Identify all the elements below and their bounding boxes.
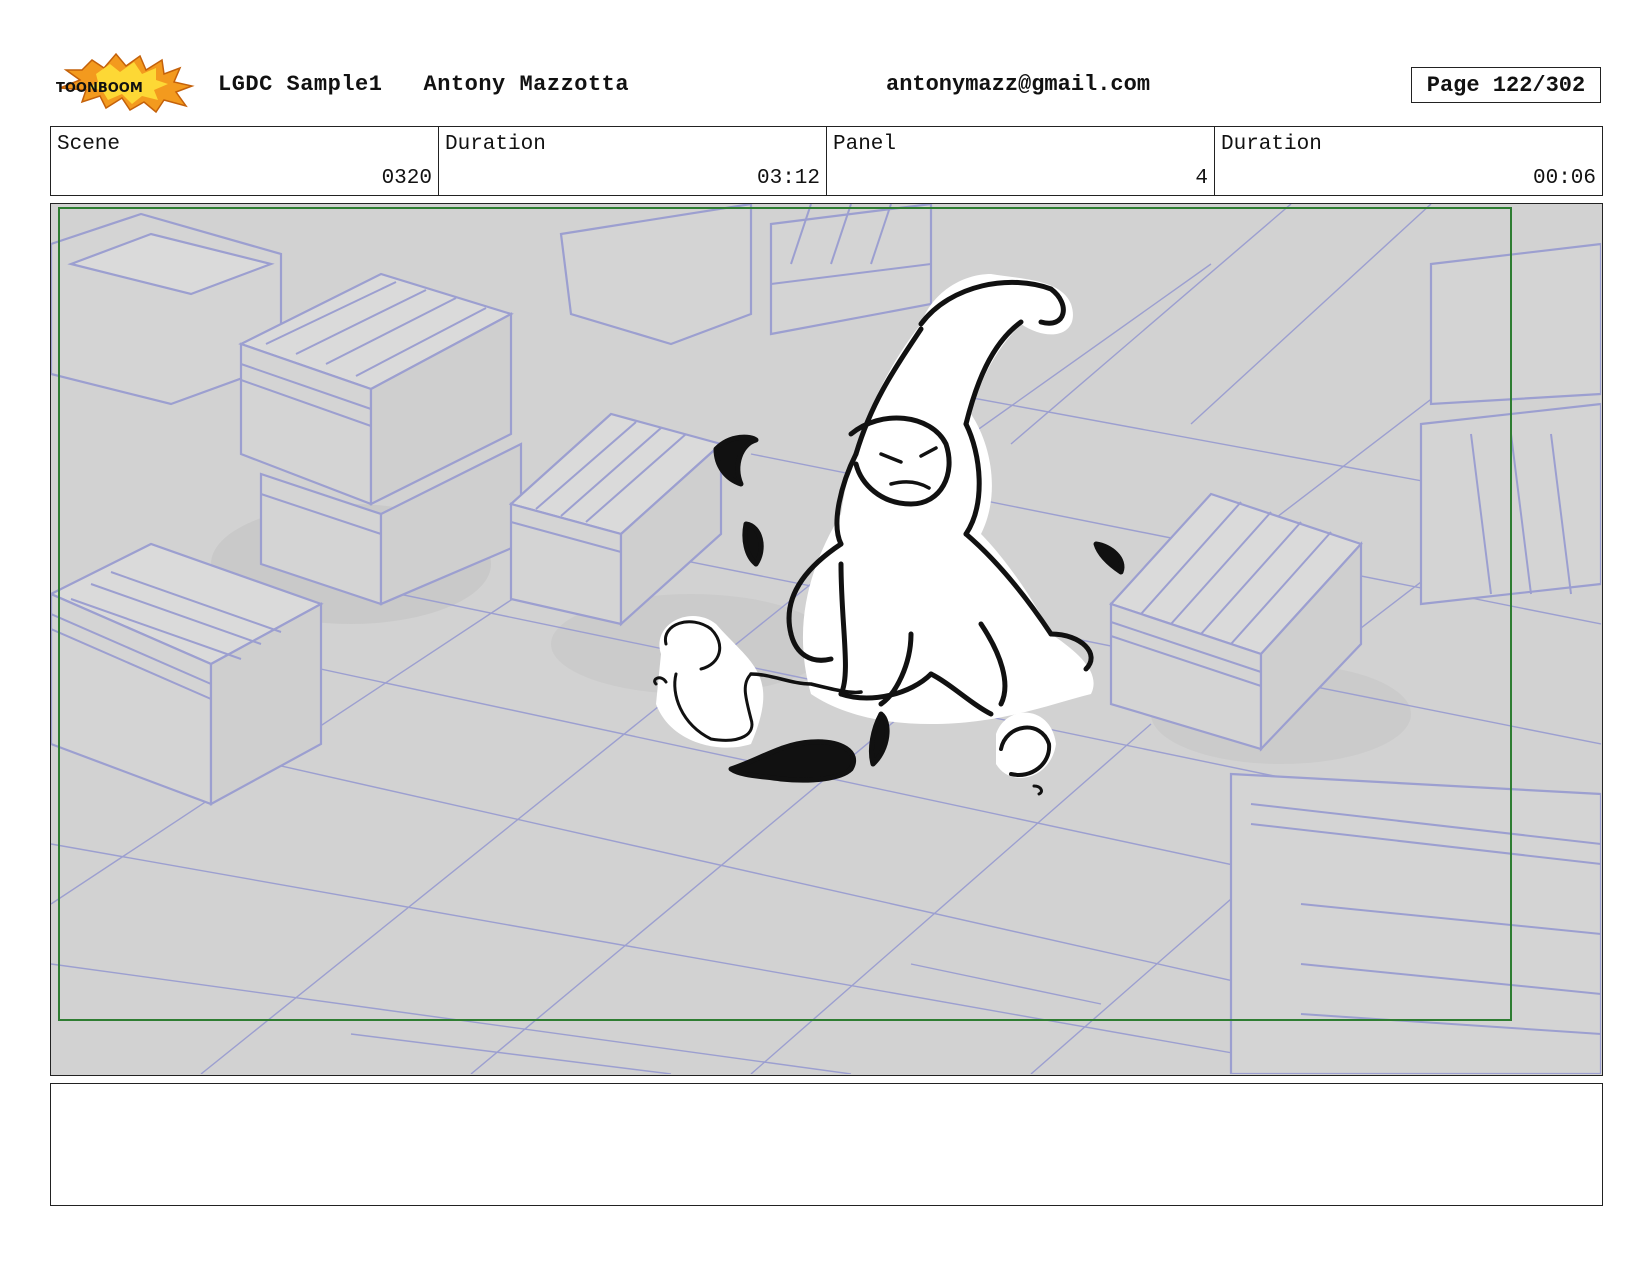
panel-duration-cell: Duration 00:06 — [1215, 127, 1602, 195]
page-number: Page 122/302 — [1411, 67, 1601, 103]
panel-duration-label: Duration — [1221, 133, 1322, 156]
scene-label: Scene — [57, 133, 121, 156]
project-title: LGDC Sample1 Antony Mazzotta — [218, 72, 629, 97]
panel-notes — [50, 1083, 1603, 1206]
scene-duration-cell: Duration 03:12 — [439, 127, 827, 195]
project-name: LGDC Sample1 — [218, 72, 383, 97]
scene-value: 0320 — [381, 167, 432, 190]
panel-info-row: Scene 0320 Duration 03:12 Panel 4 Durati… — [50, 126, 1603, 196]
page-header: TOONBOOM LGDC Sample1 Antony Mazzotta an… — [0, 0, 1648, 125]
panel-drawing — [51, 204, 1601, 1074]
author-email: antonymazz@gmail.com — [886, 72, 1151, 97]
scene-duration-label: Duration — [445, 133, 546, 156]
toonboom-logo: TOONBOOM — [52, 52, 200, 114]
storyboard-panel — [50, 203, 1603, 1076]
panel-duration-value: 00:06 — [1532, 167, 1596, 190]
panel-cell: Panel 4 — [827, 127, 1215, 195]
panel-value: 4 — [1195, 167, 1208, 190]
panel-label: Panel — [833, 133, 897, 156]
scene-duration-value: 03:12 — [756, 167, 820, 190]
scene-cell: Scene 0320 — [51, 127, 439, 195]
logo-wordmark: TOONBOOM — [56, 81, 143, 96]
author-name: Antony Mazzotta — [423, 72, 630, 97]
